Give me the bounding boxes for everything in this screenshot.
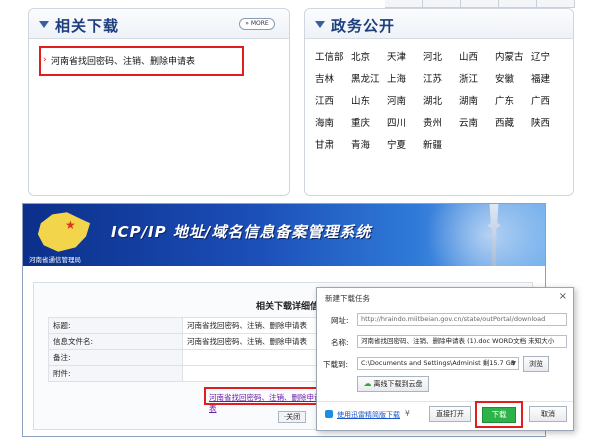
banner: ★ 河南省通信管理局 ICP/IP 地址/域名信息备案管理系统 — [23, 204, 545, 266]
province-link[interactable]: 河南 — [387, 93, 423, 115]
province-link[interactable]: 广东 — [495, 93, 531, 115]
saveto-select[interactable]: C:\Documents and Settings\Administ 剩15.7… — [357, 357, 519, 370]
thunder-lite-link[interactable]: 使用迅雷精简版下载 — [337, 410, 400, 420]
dialog-separator — [317, 401, 573, 402]
name-label: 名称: — [331, 338, 349, 347]
downloads-panel-header: 相关下载 » MORE — [29, 9, 289, 39]
province-link[interactable]: 湖北 — [423, 93, 459, 115]
province-link[interactable]: 海南 — [315, 115, 351, 137]
province-link[interactable]: 吉林 — [315, 71, 351, 93]
row-label: 标题: — [48, 317, 183, 334]
top-strip-cell — [423, 0, 461, 8]
cloud-icon: ☁ — [363, 379, 372, 388]
top-strip-cell — [499, 0, 537, 8]
browse-button[interactable]: 浏览 — [523, 356, 549, 372]
close-button-label: 关闭 — [286, 413, 301, 421]
gov-panel-header: 政务公开 — [305, 9, 573, 39]
province-link[interactable]: 上海 — [387, 71, 423, 93]
province-link[interactable]: 内蒙古 — [495, 49, 531, 71]
province-link[interactable]: 辽宁 — [531, 49, 567, 71]
gov-panel-title: 政务公开 — [331, 17, 396, 35]
open-directly-button[interactable]: 直接打开 — [429, 406, 471, 422]
province-link[interactable]: 河北 — [423, 49, 459, 71]
province-link[interactable]: 江西 — [315, 93, 351, 115]
more-button[interactable]: » MORE — [239, 18, 275, 30]
province-link[interactable]: 福建 — [531, 71, 567, 93]
more-button-label: MORE — [250, 20, 269, 27]
province-link[interactable]: 湖南 — [459, 93, 495, 115]
province-link[interactable]: 北京 — [351, 49, 387, 71]
saveto-label: 下载到: — [323, 360, 349, 369]
dialog-close-icon[interactable]: × — [559, 291, 567, 302]
download-link[interactable]: 河南省找回密码、注销、删除申请表 — [51, 54, 195, 67]
attachment-link[interactable]: 河南省找回密码、注销、删除申请表 — [209, 392, 328, 414]
cloud-download-button[interactable]: ☁ 离线下载到云盘 — [357, 376, 429, 392]
collapse-triangle-icon — [315, 21, 325, 28]
collapse-triangle-icon — [39, 21, 49, 28]
close-button[interactable]: ·关闭 — [278, 411, 306, 423]
banner-subtitle: 河南省通信管理局 — [29, 256, 81, 264]
top-tab-strip — [385, 0, 575, 8]
province-link[interactable]: 贵州 — [423, 115, 459, 137]
banner-title: ICP/IP 地址/域名信息备案管理系统 — [111, 223, 372, 241]
province-link[interactable]: 山东 — [351, 93, 387, 115]
attachment-highlight: 河南省找回密码、注销、删除申请表 — [204, 387, 330, 413]
province-link[interactable]: 天津 — [387, 49, 423, 71]
row-label: 备注: — [48, 349, 183, 366]
province-link[interactable]: 陕西 — [531, 115, 567, 137]
gov-panel: 政务公开 工信部 北京 天津 河北 山西 内蒙古 辽宁吉林 黑龙江 上海 江苏 浙江 安徽 福建江西 山东… — [304, 8, 574, 196]
province-link[interactable]: 重庆 — [351, 115, 387, 137]
province-link[interactable]: 甘肃 — [315, 137, 351, 159]
download-button[interactable]: 下载 — [482, 407, 516, 423]
link-dropdown-icon[interactable]: ¥ — [405, 409, 410, 418]
downloads-panel: 相关下载 » MORE › 河南省找回密码、注销、删除申请表 — [28, 8, 290, 196]
top-strip-cell — [537, 0, 575, 8]
province-grid: 工信部 北京 天津 河北 山西 内蒙古 辽宁吉林 黑龙江 上海 江苏 浙江 安徽 福建江西 山东 河南 湖北湖… — [315, 49, 567, 159]
province-link[interactable]: 安徽 — [495, 71, 531, 93]
province-link[interactable]: 黑龙江 — [351, 71, 387, 93]
download-link-highlight: › 河南省找回密码、注销、删除申请表 — [39, 46, 244, 76]
new-download-dialog: 新建下载任务 × 网址: http://hraindo.miitbeian.go… — [316, 287, 574, 431]
top-strip-cell — [461, 0, 499, 8]
henan-map-icon — [37, 212, 91, 252]
url-field[interactable]: http://hraindo.miitbeian.gov.cn/state/ou… — [357, 313, 567, 326]
province-link[interactable]: 西藏 — [495, 115, 531, 137]
top-strip-cell — [385, 0, 423, 8]
filename-field[interactable]: 河南省找回密码、注销、删除申请表 (1).doc WORD文档 未知大小 — [357, 335, 567, 348]
banner-glow — [405, 204, 545, 266]
province-link[interactable]: 宁夏 — [387, 137, 423, 159]
url-label: 网址: — [331, 316, 349, 325]
province-link[interactable]: 青海 — [351, 137, 387, 159]
province-link[interactable]: 山西 — [459, 49, 495, 71]
province-link[interactable]: 四川 — [387, 115, 423, 137]
star-icon: ★ — [65, 218, 76, 232]
cloud-download-label: 离线下载到云盘 — [373, 380, 423, 388]
chevron-down-icon: ▼ — [511, 360, 516, 367]
province-link[interactable]: 浙江 — [459, 71, 495, 93]
province-link[interactable]: 新疆 — [423, 137, 459, 159]
dialog-title: 新建下载任务 — [325, 294, 370, 303]
province-link[interactable]: 广西 — [531, 93, 567, 115]
row-label: 附件: — [48, 365, 183, 382]
province-link[interactable]: 工信部 — [315, 49, 351, 71]
province-link[interactable]: 云南 — [459, 115, 495, 137]
thunder-icon — [325, 410, 333, 418]
downloads-panel-title: 相关下载 — [55, 17, 120, 35]
cancel-button[interactable]: 取消 — [529, 406, 567, 422]
bullet-arrow-icon: › — [43, 55, 47, 65]
saveto-value: C:\Documents and Settings\Administ 剩15.7… — [361, 359, 516, 367]
download-button-highlight: 下载 — [475, 401, 523, 428]
province-link[interactable]: 江苏 — [423, 71, 459, 93]
row-label: 信息文件名: — [48, 333, 183, 350]
